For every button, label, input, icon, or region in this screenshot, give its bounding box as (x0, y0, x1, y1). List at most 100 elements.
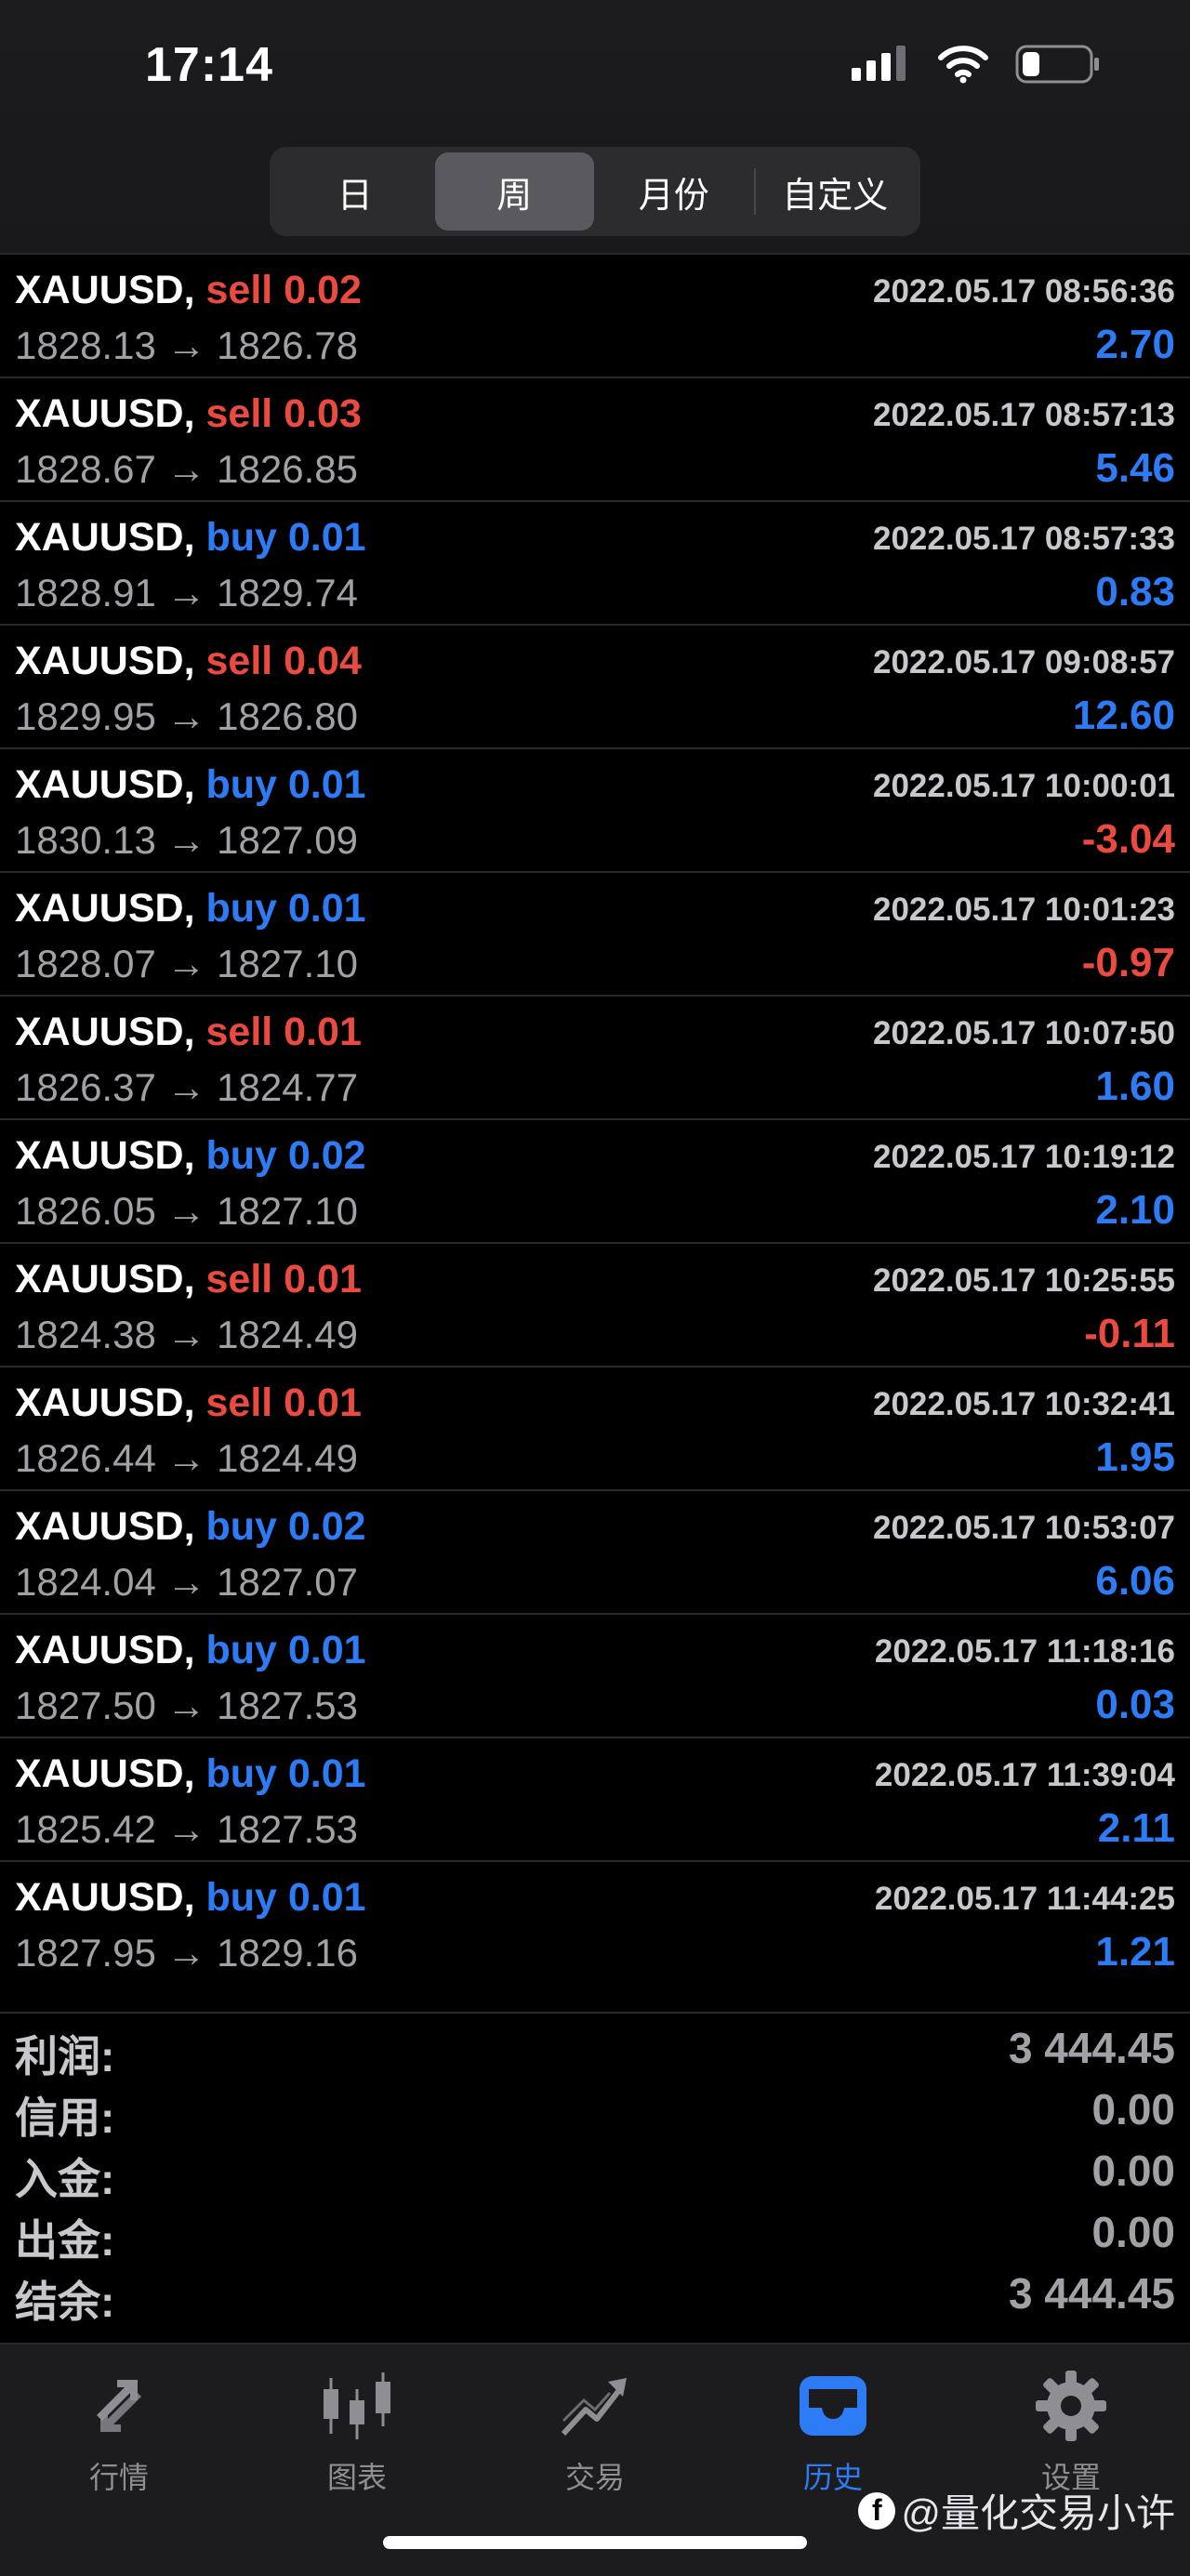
deal-row[interactable]: XAUUSD, buy 0.01 2022.05.17 10:00:01 1830.… (0, 747, 1190, 871)
deal-time: 2022.05.17 08:57:13 (873, 397, 1175, 433)
deal-row[interactable]: XAUUSD, sell 0.03 2022.05.17 08:57:13 1828… (0, 376, 1190, 500)
deal-symbol: XAUUSD, (15, 762, 195, 807)
deal-prices: 1824.04 → 1827.07 (15, 1560, 358, 1604)
deal-row[interactable]: XAUUSD, sell 0.01 2022.05.17 10:25:55 1824… (0, 1242, 1190, 1366)
deal-time: 2022.05.17 10:01:23 (873, 892, 1175, 928)
deal-row[interactable]: XAUUSD, buy 0.01 2022.05.17 10:01:23 1828.… (0, 871, 1190, 995)
deal-volume: 0.04 (284, 639, 362, 683)
deal-row[interactable]: XAUUSD, buy 0.01 2022.05.17 11:18:16 1827.… (0, 1613, 1190, 1737)
deal-symbol: XAUUSD, (15, 1380, 195, 1425)
deal-title: XAUUSD, buy 0.01 (15, 1875, 366, 1921)
deal-time: 2022.05.17 08:57:33 (873, 521, 1175, 557)
deal-prices: 1825.42 → 1827.53 (15, 1807, 358, 1851)
deal-profit: 1.95 (1095, 1434, 1175, 1480)
deal-side: sell (205, 391, 273, 436)
deal-symbol: XAUUSD, (15, 886, 195, 931)
deal-time: 2022.05.17 10:25:55 (873, 1262, 1175, 1299)
deal-time: 2022.05.17 08:56:36 (873, 273, 1175, 310)
tab-quotes[interactable]: 行情 (0, 2365, 238, 2497)
deal-side: buy (205, 1628, 277, 1672)
deal-volume: 0.01 (287, 1628, 366, 1672)
candlestick-chart-icon (324, 2372, 390, 2439)
tab-month[interactable]: 月份 (594, 152, 754, 231)
summary-credit-row: 信用: 0.00 (0, 2081, 1190, 2142)
deal-profit: 6.06 (1095, 1558, 1175, 1604)
summary-value: 3 444.45 (1008, 2269, 1175, 2318)
deal-symbol: XAUUSD, (15, 1133, 195, 1178)
deal-volume: 0.01 (287, 1751, 366, 1796)
deal-title: XAUUSD, sell 0.01 (15, 1257, 362, 1302)
tab-settings[interactable]: 设置 (952, 2365, 1190, 2497)
summary-label: 入金: (15, 2155, 115, 2203)
tab-chart[interactable]: 图表 (238, 2365, 476, 2497)
tab-day[interactable]: 日 (275, 152, 435, 231)
deal-symbol: XAUUSD, (15, 1751, 195, 1796)
deal-volume: 0.01 (284, 1257, 362, 1301)
deal-row[interactable]: XAUUSD, buy 0.01 2022.05.17 11:39:04 1825.… (0, 1737, 1190, 1860)
deal-time: 2022.05.17 10:19:12 (873, 1139, 1175, 1175)
deal-title: XAUUSD, buy 0.02 (15, 1504, 366, 1550)
deal-time: 2022.05.17 10:07:50 (873, 1015, 1175, 1051)
deal-side: buy (205, 1751, 277, 1796)
deal-side: buy (205, 515, 277, 560)
deal-prices: 1829.95 → 1826.80 (15, 694, 358, 738)
deal-profit: -0.11 (1084, 1311, 1175, 1356)
summary-value: 3 444.45 (1008, 2024, 1175, 2072)
deal-title: XAUUSD, buy 0.01 (15, 515, 366, 561)
deal-title: XAUUSD, sell 0.01 (15, 1010, 362, 1055)
deal-symbol: XAUUSD, (15, 515, 195, 560)
status-time: 17:14 (145, 38, 273, 92)
deal-symbol: XAUUSD, (15, 1257, 195, 1301)
deal-side: sell (205, 1010, 273, 1054)
deal-row[interactable]: XAUUSD, sell 0.01 2022.05.17 10:32:41 1826… (0, 1366, 1190, 1489)
watermark-text: @量化交易小许 (901, 2491, 1175, 2535)
summary-deposit-row: 入金: 0.00 (0, 2142, 1190, 2203)
tab-week[interactable]: 周 (434, 152, 594, 231)
summary-label: 利润: (15, 2032, 115, 2081)
deal-time: 2022.05.17 11:39:04 (874, 1757, 1175, 1793)
deal-side: sell (205, 1380, 273, 1425)
deal-side: buy (205, 1504, 277, 1549)
deal-prices: 1828.91 → 1829.74 (15, 571, 358, 614)
deal-side: sell (205, 639, 273, 683)
deal-symbol: XAUUSD, (15, 391, 195, 436)
deal-prices: 1826.37 → 1824.77 (15, 1065, 358, 1109)
deal-time: 2022.05.17 11:18:16 (874, 1633, 1175, 1670)
deal-title: XAUUSD, sell 0.01 (15, 1380, 362, 1426)
deal-profit: -0.97 (1081, 940, 1175, 985)
deal-volume: 0.01 (287, 515, 366, 560)
deal-row[interactable]: XAUUSD, sell 0.01 2022.05.17 10:07:50 1826… (0, 995, 1190, 1118)
summary-label: 结余: (15, 2278, 115, 2326)
deal-time: 2022.05.17 11:44:25 (874, 1881, 1175, 1917)
deal-side: buy (205, 1133, 277, 1178)
deal-prices: 1828.13 → 1826.78 (15, 324, 358, 367)
deal-row[interactable]: XAUUSD, buy 0.01 2022.05.17 08:57:33 1828.… (0, 500, 1190, 624)
tab-custom[interactable]: 自定义 (756, 152, 916, 231)
summary-value: 0.00 (1091, 2147, 1175, 2195)
quotes-arrows-icon (97, 2380, 141, 2432)
battery-icon (1015, 45, 1099, 84)
deal-row[interactable]: XAUUSD, buy 0.02 2022.05.17 10:19:12 1826.… (0, 1118, 1190, 1242)
deal-symbol: XAUUSD, (15, 639, 195, 683)
deal-title: XAUUSD, buy 0.01 (15, 762, 366, 808)
deal-row[interactable]: XAUUSD, sell 0.02 2022.05.17 08:56:36 1828… (0, 253, 1190, 376)
deal-time: 2022.05.17 10:00:01 (873, 768, 1175, 804)
tab-trade[interactable]: 交易 (476, 2365, 714, 2497)
top-header: 17:14 日 周 月份 自定义 (0, 0, 1190, 253)
tab-history[interactable]: 历史 (714, 2365, 952, 2497)
deal-profit: 2.10 (1095, 1187, 1175, 1233)
deal-profit: 5.46 (1095, 445, 1175, 491)
facebook-icon: f (858, 2491, 896, 2530)
deal-profit: 12.60 (1072, 693, 1175, 738)
deal-profit: 1.60 (1095, 1063, 1175, 1109)
deal-row[interactable]: XAUUSD, buy 0.02 2022.05.17 10:53:07 1824.… (0, 1489, 1190, 1613)
deal-row[interactable]: XAUUSD, buy 0.01 2022.05.17 11:44:25 1827.… (0, 1860, 1190, 1984)
deal-row[interactable]: XAUUSD, sell 0.04 2022.05.17 09:08:57 1829… (0, 624, 1190, 747)
deal-profit: 0.83 (1095, 569, 1175, 614)
wifi-icon (938, 46, 988, 84)
summary-label: 信用: (15, 2094, 115, 2142)
deal-symbol: XAUUSD, (15, 1010, 195, 1054)
deal-side: buy (205, 886, 277, 931)
deal-title: XAUUSD, buy 0.01 (15, 1628, 366, 1673)
tab-label: 交易 (564, 2461, 625, 2494)
